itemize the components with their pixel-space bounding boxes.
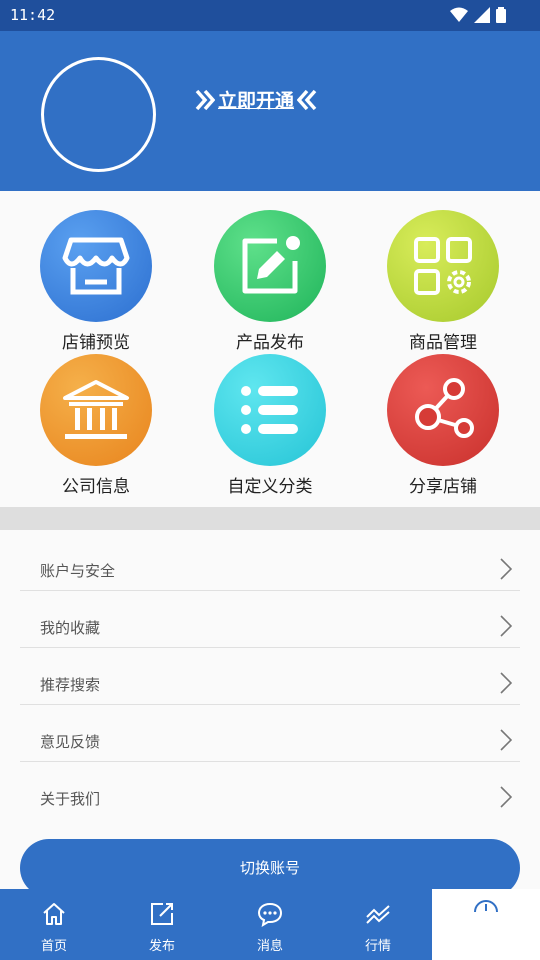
edit-square-icon	[214, 210, 326, 322]
grid-item-store-preview[interactable]: 店铺预览	[26, 210, 166, 353]
menu-item-account-security[interactable]: 账户与安全	[20, 534, 520, 591]
system-icons	[450, 7, 506, 23]
chevron-right-icon	[500, 558, 512, 580]
tab-messages[interactable]: 消息	[216, 889, 324, 960]
section-divider	[0, 507, 540, 530]
open-now-link[interactable]: 立即开通	[195, 86, 317, 113]
settings-menu: 账户与安全 我的收藏 推荐搜索 意见反馈 关于我们	[0, 530, 540, 890]
message-icon	[257, 902, 283, 927]
tab-label: 首页	[40, 939, 67, 954]
function-grid: 店铺预览 产品发布 商品管理 公司信息 自定义分类 分享店铺	[0, 191, 540, 507]
menu-item-label: 账户与安全	[40, 562, 116, 580]
double-chevron-left-icon	[297, 89, 317, 110]
profile-icon	[474, 900, 498, 913]
menu-item-label: 意见反馈	[40, 733, 101, 751]
edit-icon	[151, 903, 173, 925]
status-time: 11:42	[10, 6, 56, 24]
tab-market[interactable]: 行情	[324, 889, 432, 960]
status-bar: 11:42	[0, 0, 540, 31]
menu-item-label: 关于我们	[40, 790, 101, 808]
profile-header: 立即开通	[0, 31, 540, 191]
menu-item-feedback[interactable]: 意见反馈	[20, 705, 520, 762]
menu-item-label: 推荐搜索	[40, 676, 101, 694]
grid-item-share-store[interactable]: 分享店铺	[373, 354, 513, 497]
tab-label: 消息	[256, 939, 283, 954]
tab-label: 发布	[148, 939, 175, 954]
share-icon	[387, 354, 499, 466]
battery-icon	[496, 7, 506, 23]
grid-item-custom-category[interactable]: 自定义分类	[200, 354, 340, 497]
signal-icon	[474, 7, 490, 23]
grid-item-label: 店铺预览	[62, 333, 130, 353]
grid-item-product-publish[interactable]: 产品发布	[200, 210, 340, 353]
grid-item-label: 商品管理	[409, 333, 477, 353]
avatar[interactable]	[41, 57, 156, 172]
tab-label: 行情	[364, 939, 391, 954]
menu-item-favorites[interactable]: 我的收藏	[20, 591, 520, 648]
home-icon	[43, 903, 65, 925]
grid-item-label: 分享店铺	[409, 477, 477, 497]
open-now-label: 立即开通	[218, 90, 295, 112]
grid-item-label: 公司信息	[62, 477, 130, 497]
grid-item-goods-manage[interactable]: 商品管理	[373, 210, 513, 353]
tab-publish[interactable]: 发布	[108, 889, 216, 960]
chevron-right-icon	[500, 786, 512, 808]
building-icon	[40, 354, 152, 466]
menu-item-about-us[interactable]: 关于我们	[20, 762, 520, 819]
wifi-icon	[450, 7, 468, 22]
chevron-right-icon	[500, 672, 512, 694]
chevron-right-icon	[500, 615, 512, 637]
menu-item-recommended-search[interactable]: 推荐搜索	[20, 648, 520, 705]
grid-item-company-info[interactable]: 公司信息	[26, 354, 166, 497]
apps-gear-icon	[387, 210, 499, 322]
tab-home[interactable]: 首页	[0, 889, 108, 960]
chart-icon	[366, 905, 390, 924]
tab-profile[interactable]	[432, 889, 540, 960]
grid-item-label: 自定义分类	[227, 477, 313, 497]
menu-item-label: 我的收藏	[40, 619, 101, 637]
double-chevron-right-icon	[195, 89, 215, 110]
grid-item-label: 产品发布	[236, 333, 304, 353]
store-icon	[40, 210, 152, 322]
list-icon	[214, 354, 326, 466]
chevron-right-icon	[500, 729, 512, 751]
